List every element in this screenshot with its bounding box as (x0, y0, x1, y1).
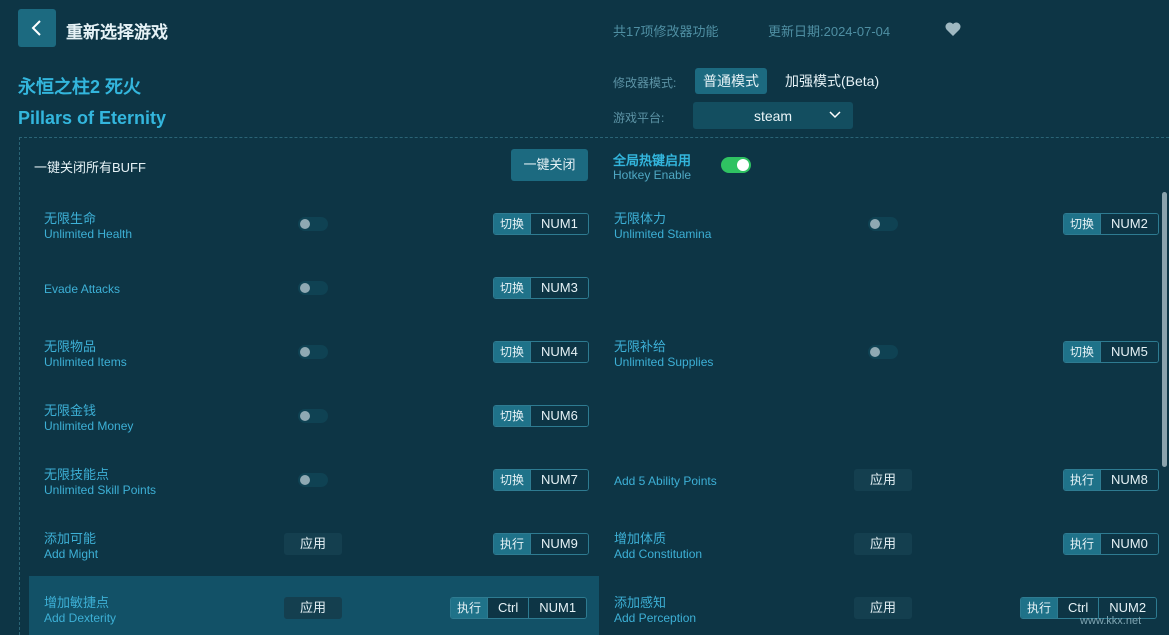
hotkey-key: NUM8 (1100, 470, 1158, 490)
hotkey-key: NUM4 (530, 342, 588, 362)
game-name-cn: 永恒之柱2 死火 (18, 77, 142, 97)
item-label-cn: 无限金钱 (44, 403, 97, 418)
item-label-en: Add Constitution (614, 547, 703, 561)
item-label-en: Add Dexterity (44, 611, 117, 625)
hotkey-action: 切换 (1064, 342, 1101, 362)
hotkey-action: 切换 (494, 214, 531, 234)
platform-select[interactable]: steam (693, 102, 853, 129)
item-label-en: Add Perception (614, 611, 697, 625)
item-label-cn: 添加感知 (614, 595, 667, 610)
platform-label: 游戏平台: (613, 111, 665, 125)
hotkey-num3[interactable]: 切换 NUM3 (493, 277, 589, 299)
hotkey-action: 执行 (494, 534, 531, 554)
hotkey-subtitle: Hotkey Enable (613, 168, 692, 182)
chevron-left-icon (31, 20, 41, 36)
hotkey-toggle[interactable] (721, 157, 751, 173)
unlimited-skill-points-toggle[interactable] (298, 473, 328, 487)
game-name-en: Pillars of Eternity (18, 108, 167, 128)
close-all-label: 一键关闭所有BUFF (34, 160, 146, 175)
update-date: 更新日期:2024-07-04 (768, 24, 891, 39)
hotkey-key: NUM5 (1100, 342, 1158, 362)
hotkey-modifier: Ctrl (487, 598, 529, 618)
apply-button[interactable]: 应用 (284, 597, 342, 619)
item-label-en: Unlimited Items (44, 355, 127, 369)
mode-label: 修改器模式: (613, 76, 677, 90)
hotkey-key: NUM3 (530, 278, 588, 298)
item-label-cn: 无限补给 (614, 339, 667, 354)
unlimited-health-toggle[interactable] (298, 217, 328, 231)
item-label-en: Evade Attacks (44, 282, 121, 296)
hotkey-action: 切换 (494, 406, 531, 426)
apply-button[interactable]: 应用 (854, 533, 912, 555)
item-label-en: Unlimited Health (44, 227, 133, 241)
hotkey-title: 全局热键启用 (613, 153, 692, 168)
hotkey-key: NUM7 (530, 470, 588, 490)
normal-mode-button[interactable]: 普通模式 (695, 68, 767, 94)
hotkey-num5[interactable]: 切换 NUM5 (1063, 341, 1159, 363)
item-label-cn: 无限生命 (44, 211, 97, 226)
item-label-cn: 无限体力 (614, 211, 667, 226)
hotkey-action: 切换 (494, 470, 531, 490)
platform-value: steam (753, 107, 793, 124)
hotkey-key: NUM1 (528, 598, 587, 618)
hotkey-num2[interactable]: 切换 NUM2 (1063, 213, 1159, 235)
hotkey-key: NUM9 (530, 534, 588, 554)
feature-panel (19, 137, 1169, 635)
item-label-cn: 添加可能 (44, 531, 97, 546)
page-title: 重新选择游戏 (66, 23, 168, 42)
item-label-cn: 增加体质 (614, 531, 667, 546)
hotkey-num0[interactable]: 执行 NUM0 (1063, 533, 1159, 555)
evade-attacks-toggle[interactable] (298, 281, 328, 295)
hotkey-num1[interactable]: 切换 NUM1 (493, 213, 589, 235)
hotkey-action: 切换 (494, 278, 531, 298)
close-all-button[interactable]: 一键关闭 (511, 149, 588, 181)
hotkey-num6[interactable]: 切换 NUM6 (493, 405, 589, 427)
hotkey-action: 执行 (1021, 598, 1058, 618)
chevron-down-icon (829, 111, 841, 119)
hotkey-num8[interactable]: 执行 NUM8 (1063, 469, 1159, 491)
hotkey-action: 执行 (451, 598, 488, 618)
hotkey-key: NUM0 (1100, 534, 1158, 554)
hotkey-num9[interactable]: 执行 NUM9 (493, 533, 589, 555)
item-label-en: Unlimited Supplies (614, 355, 714, 369)
item-label-cn: 无限物品 (44, 339, 97, 354)
watermark: www.kkx.net (1080, 615, 1142, 627)
item-label-en: Unlimited Money (44, 419, 134, 433)
unlimited-supplies-toggle[interactable] (868, 345, 898, 359)
hotkey-key: NUM2 (1100, 214, 1158, 234)
item-label-cn: 增加敏捷点 (44, 595, 110, 610)
hotkey-action: 执行 (1064, 470, 1101, 490)
back-button[interactable] (18, 9, 56, 47)
hotkey-action: 切换 (1064, 214, 1101, 234)
unlimited-money-toggle[interactable] (298, 409, 328, 423)
hotkey-num7[interactable]: 切换 NUM7 (493, 469, 589, 491)
unlimited-items-toggle[interactable] (298, 345, 328, 359)
hotkey-action: 执行 (1064, 534, 1101, 554)
apply-button[interactable]: 应用 (284, 533, 342, 555)
item-label-en: Unlimited Stamina (614, 227, 712, 241)
hotkey-ctrl-num1[interactable]: 执行 Ctrl NUM1 (450, 597, 588, 619)
item-label-cn: 无限技能点 (44, 467, 110, 482)
hotkey-key: NUM6 (530, 406, 588, 426)
scrollbar[interactable] (1162, 192, 1167, 467)
enhanced-mode-button[interactable]: 加强模式(Beta) (777, 68, 887, 94)
item-label-en: Add Might (44, 547, 99, 561)
item-label-en: Unlimited Skill Points (44, 483, 157, 497)
apply-button[interactable]: 应用 (854, 469, 912, 491)
feature-count: 共17项修改器功能 (613, 24, 719, 39)
unlimited-stamina-toggle[interactable] (868, 217, 898, 231)
hotkey-num4[interactable]: 切换 NUM4 (493, 341, 589, 363)
item-label-en: Add 5 Ability Points (614, 474, 717, 488)
heart-icon[interactable] (944, 20, 962, 38)
hotkey-key: NUM1 (530, 214, 588, 234)
hotkey-action: 切换 (494, 342, 531, 362)
apply-button[interactable]: 应用 (854, 597, 912, 619)
